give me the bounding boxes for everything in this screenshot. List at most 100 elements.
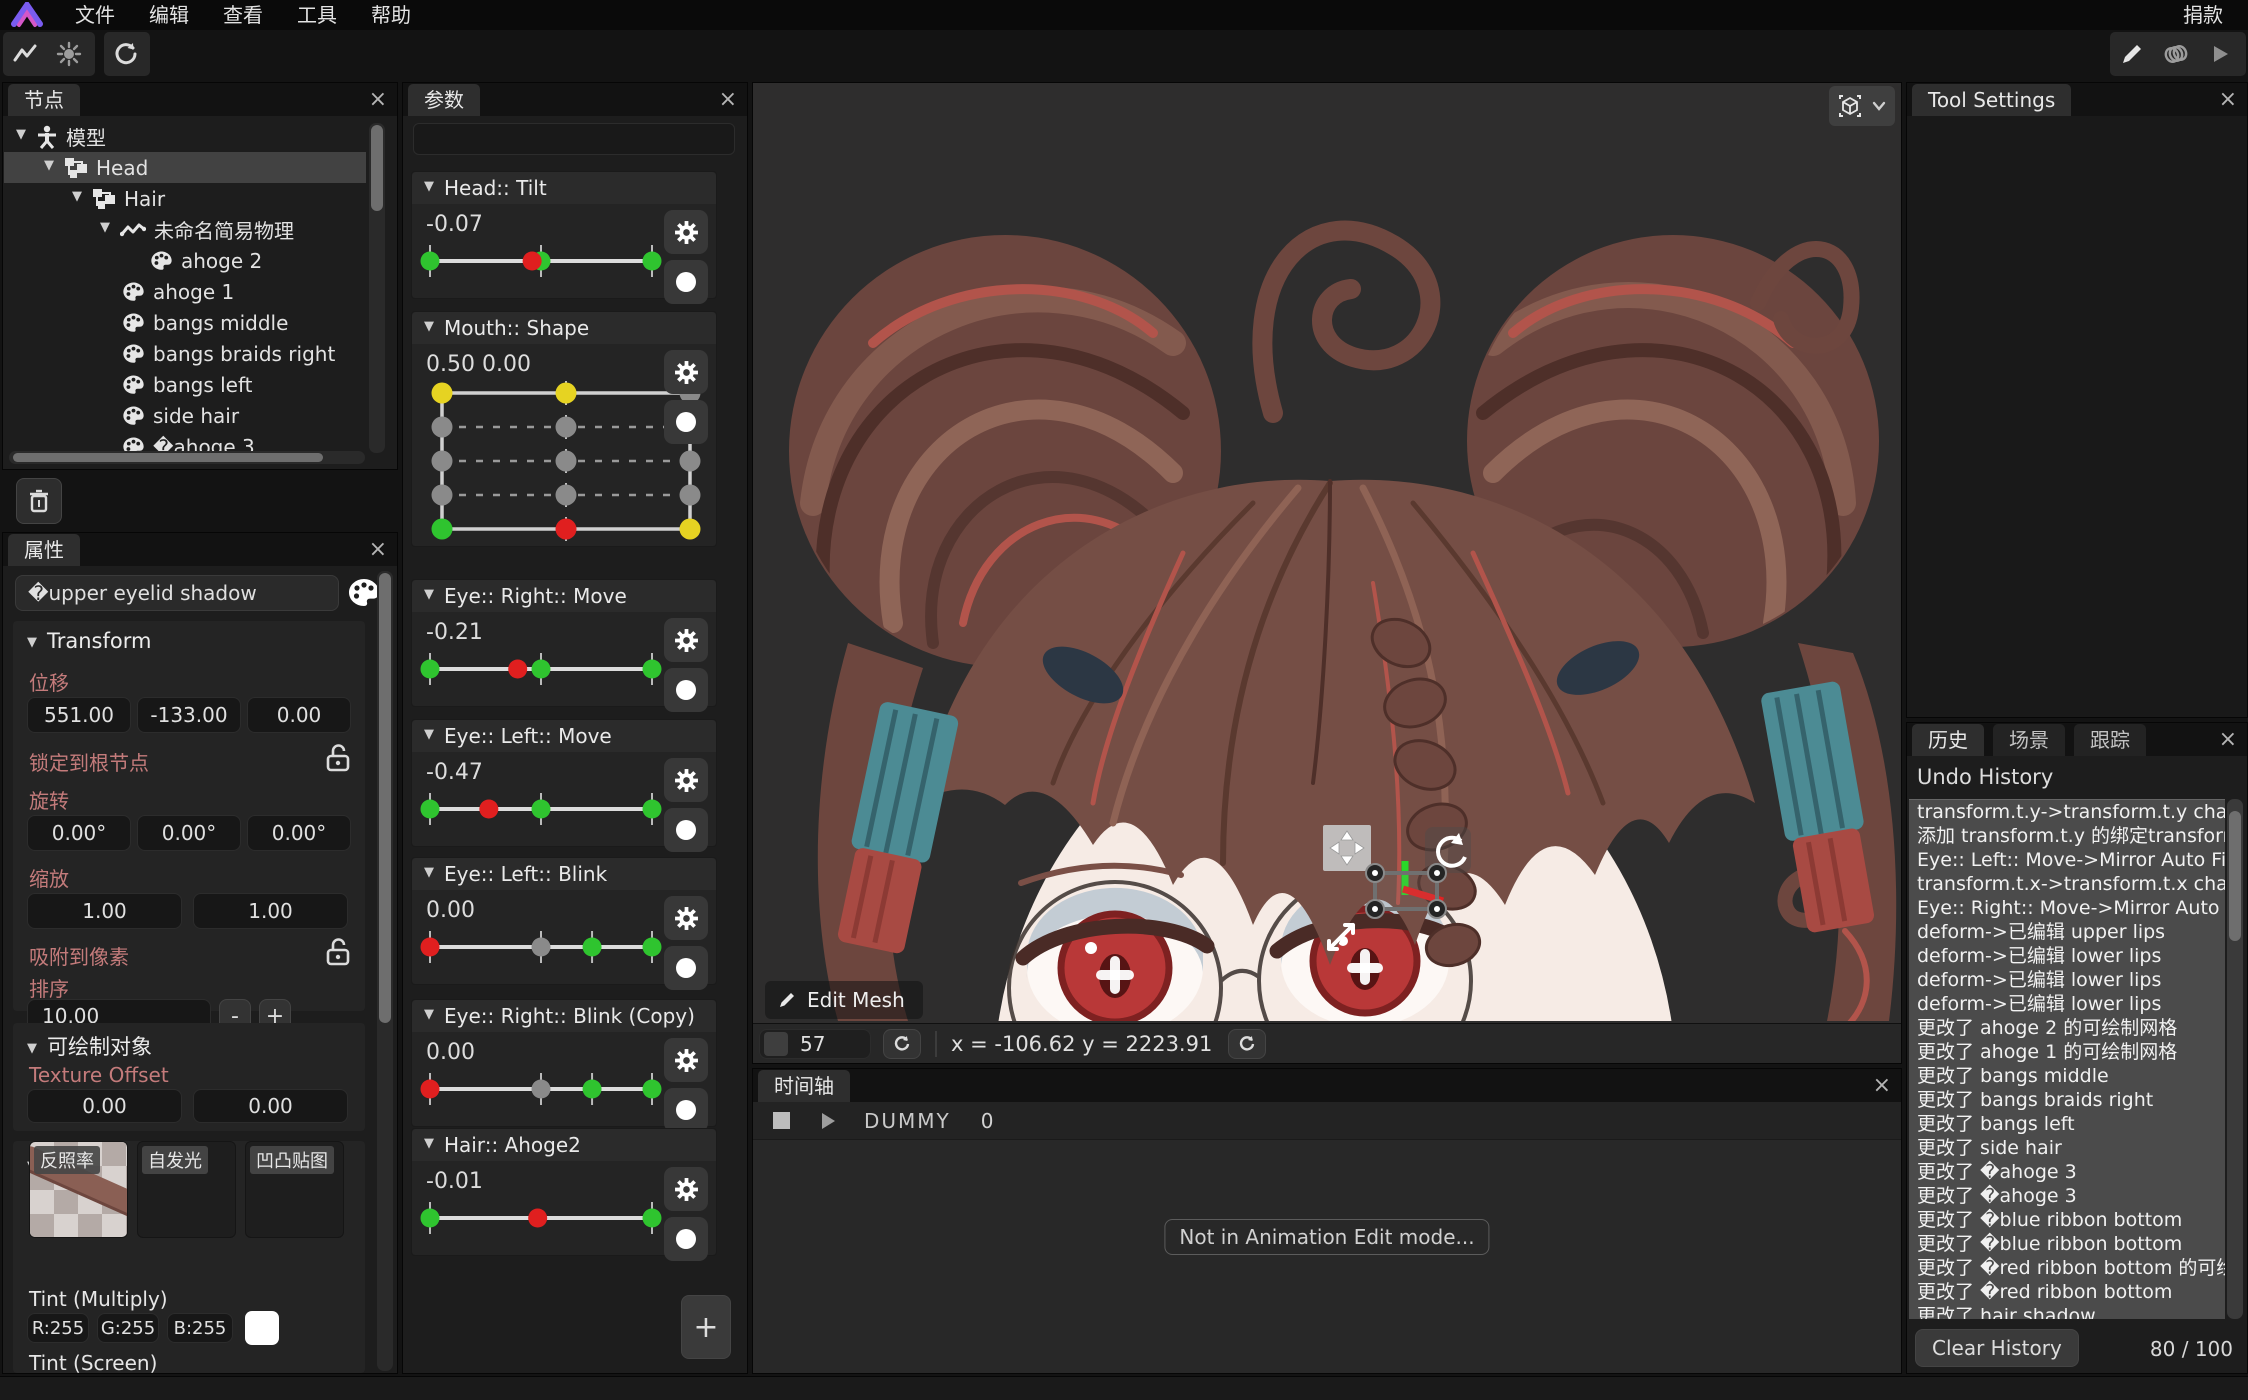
gizmo-mode-button[interactable]: [1829, 86, 1895, 126]
undo-history-item[interactable]: 更改了 ahoge 2 的可绘制网格: [1909, 1016, 2225, 1040]
keyframe-button[interactable]: [664, 1217, 708, 1261]
parameter-settings-button[interactable]: [664, 618, 708, 662]
tree-node[interactable]: ▼Head: [4, 152, 366, 183]
undo-history-item[interactable]: 更改了 hair shadow: [1909, 1304, 2225, 1319]
undo-history-item[interactable]: deform->已编辑 lower lips: [1909, 968, 2225, 992]
bumpmap-slot[interactable]: 凹凸贴图: [245, 1141, 344, 1238]
parameter-settings-button[interactable]: [664, 1167, 708, 1211]
caret-icon[interactable]: ▼: [424, 727, 434, 742]
caret-icon[interactable]: ▼: [424, 319, 434, 334]
tint-mul-b[interactable]: B:255: [167, 1313, 233, 1343]
parameter-settings-button[interactable]: [664, 896, 708, 940]
undo-history-item[interactable]: deform->已编辑 lower lips: [1909, 944, 2225, 968]
keyframe-button[interactable]: [664, 1088, 708, 1132]
undo-history-item[interactable]: deform->已编辑 upper lips: [1909, 920, 2225, 944]
caret-icon[interactable]: ▼: [27, 635, 37, 650]
tree-node[interactable]: ahoge 2: [4, 245, 366, 276]
tree-node[interactable]: ahoge 1: [4, 276, 366, 307]
caret-icon[interactable]: ▼: [16, 127, 26, 142]
delete-node-button[interactable]: [16, 478, 62, 524]
scale-x-field[interactable]: 1.00: [27, 893, 182, 929]
parameter-header[interactable]: ▼Head:: Tilt: [412, 172, 716, 204]
undo-history-item[interactable]: Eye:: Left:: Move->Mirror Auto Fill: [1909, 848, 2225, 872]
undo-history-item[interactable]: 添加 transform.t.y 的绑定transform: [1909, 824, 2225, 848]
undo-history-item[interactable]: 更改了 bangs middle: [1909, 1064, 2225, 1088]
close-icon[interactable]: ×: [369, 537, 387, 563]
keyframe-button[interactable]: [664, 946, 708, 990]
tint-mul-r[interactable]: R:255: [27, 1313, 89, 1343]
undo-history-item[interactable]: 更改了 ahoge 1 的可绘制网格: [1909, 1040, 2225, 1064]
menu-item[interactable]: 查看: [206, 0, 280, 30]
undo-history-item[interactable]: transform.t.x->transform.t.x chan: [1909, 872, 2225, 896]
close-icon[interactable]: ×: [1873, 1073, 1891, 1099]
close-icon[interactable]: ×: [2219, 87, 2237, 113]
caret-icon[interactable]: ▼: [424, 1007, 434, 1022]
undo-history-item[interactable]: 更改了 �red ribbon bottom: [1909, 1280, 2225, 1304]
edit-mode-button[interactable]: [2110, 32, 2154, 76]
keyframe-button[interactable]: [664, 668, 708, 712]
parameter-settings-button[interactable]: [664, 758, 708, 802]
keyframe-button[interactable]: [664, 260, 708, 304]
scale-y-field[interactable]: 1.00: [193, 893, 348, 929]
keyframe-button[interactable]: [664, 400, 708, 444]
refresh-frame-button[interactable]: [883, 1029, 921, 1059]
parameter-settings-button[interactable]: [664, 350, 708, 394]
keyframe-button[interactable]: [664, 808, 708, 852]
tab-nodes[interactable]: 节点: [8, 84, 80, 116]
tree-node[interactable]: ▼未命名简易物理: [4, 214, 366, 245]
emission-slot[interactable]: 自发光: [137, 1141, 236, 1238]
tab-inspector[interactable]: 属性: [8, 534, 80, 566]
tab-history[interactable]: 历史: [1912, 724, 1984, 756]
reset-view-button[interactable]: [104, 32, 148, 76]
tree-node[interactable]: ▼模型: [4, 121, 366, 152]
tree-node[interactable]: bangs middle: [4, 307, 366, 338]
caret-icon[interactable]: ▼: [44, 158, 54, 173]
caret-icon[interactable]: ▼: [27, 1041, 37, 1056]
rot-y-field[interactable]: 0.00°: [137, 815, 241, 851]
viewport[interactable]: Edit Mesh 57 x = -106.62 y = 2223.91: [752, 82, 1902, 1064]
menu-item[interactable]: 帮助: [354, 0, 428, 30]
undo-history-list[interactable]: transform.t.y->transform.t.y chang添加 tra…: [1909, 799, 2225, 1319]
add-parameter-button[interactable]: +: [681, 1295, 731, 1359]
tree-node[interactable]: side hair: [4, 400, 366, 431]
texture-offset-x-field[interactable]: 0.00: [27, 1089, 182, 1123]
parameter-header[interactable]: ▼Eye:: Right:: Move: [412, 580, 716, 612]
tint-multiply-swatch[interactable]: [245, 1311, 279, 1345]
clear-history-button[interactable]: Clear History: [1915, 1329, 2079, 1367]
pos-z-field[interactable]: 0.00: [247, 697, 351, 733]
parameter-header[interactable]: ▼Eye:: Left:: Move: [412, 720, 716, 752]
menu-item[interactable]: 文件: [58, 0, 132, 30]
history-vscrollbar[interactable]: [2227, 799, 2243, 1319]
pos-x-field[interactable]: 551.00: [27, 697, 131, 733]
tree-node[interactable]: bangs left: [4, 369, 366, 400]
caret-icon[interactable]: ▼: [100, 220, 110, 235]
inspector-vscrollbar[interactable]: [377, 571, 393, 1371]
caret-icon[interactable]: ▼: [424, 1136, 434, 1151]
undo-history-item[interactable]: 更改了 side hair: [1909, 1136, 2225, 1160]
tab-tool-settings[interactable]: Tool Settings: [1912, 84, 2071, 116]
tree-node[interactable]: �ahoge 3: [4, 431, 366, 453]
parameter-settings-button[interactable]: [664, 210, 708, 254]
edit-mesh-button[interactable]: Edit Mesh: [765, 981, 923, 1019]
undo-history-item[interactable]: 更改了 �ahoge 3: [1909, 1184, 2225, 1208]
tab-parameters[interactable]: 参数: [408, 84, 480, 116]
undo-history-item[interactable]: 更改了 �blue ribbon bottom: [1909, 1232, 2225, 1256]
undo-history-item[interactable]: 更改了 �blue ribbon bottom: [1909, 1208, 2225, 1232]
albedo-slot[interactable]: 反照率: [29, 1141, 128, 1238]
tab-scene[interactable]: 场景: [1993, 724, 2065, 756]
lock-open-icon[interactable]: [325, 743, 351, 773]
undo-history-item[interactable]: Eye:: Right:: Move->Mirror Auto Fi: [1909, 896, 2225, 920]
lock-open-icon[interactable]: [325, 937, 351, 967]
tab-timeline[interactable]: 时间轴: [758, 1070, 850, 1102]
tree-node[interactable]: bangs braids right: [4, 338, 366, 369]
refresh-coords-button[interactable]: [1228, 1029, 1266, 1059]
tint-mul-g[interactable]: G:255: [97, 1313, 159, 1343]
frame-input[interactable]: 57: [759, 1029, 871, 1059]
param-search-input[interactable]: [413, 123, 735, 155]
menu-item[interactable]: 编辑: [132, 0, 206, 30]
caret-icon[interactable]: ▼: [424, 587, 434, 602]
close-icon[interactable]: ×: [2219, 727, 2237, 753]
undo-history-item[interactable]: 更改了 bangs left: [1909, 1112, 2225, 1136]
node-name-input[interactable]: �upper eyelid shadow: [15, 575, 339, 611]
frame-swatch[interactable]: [764, 1032, 788, 1056]
